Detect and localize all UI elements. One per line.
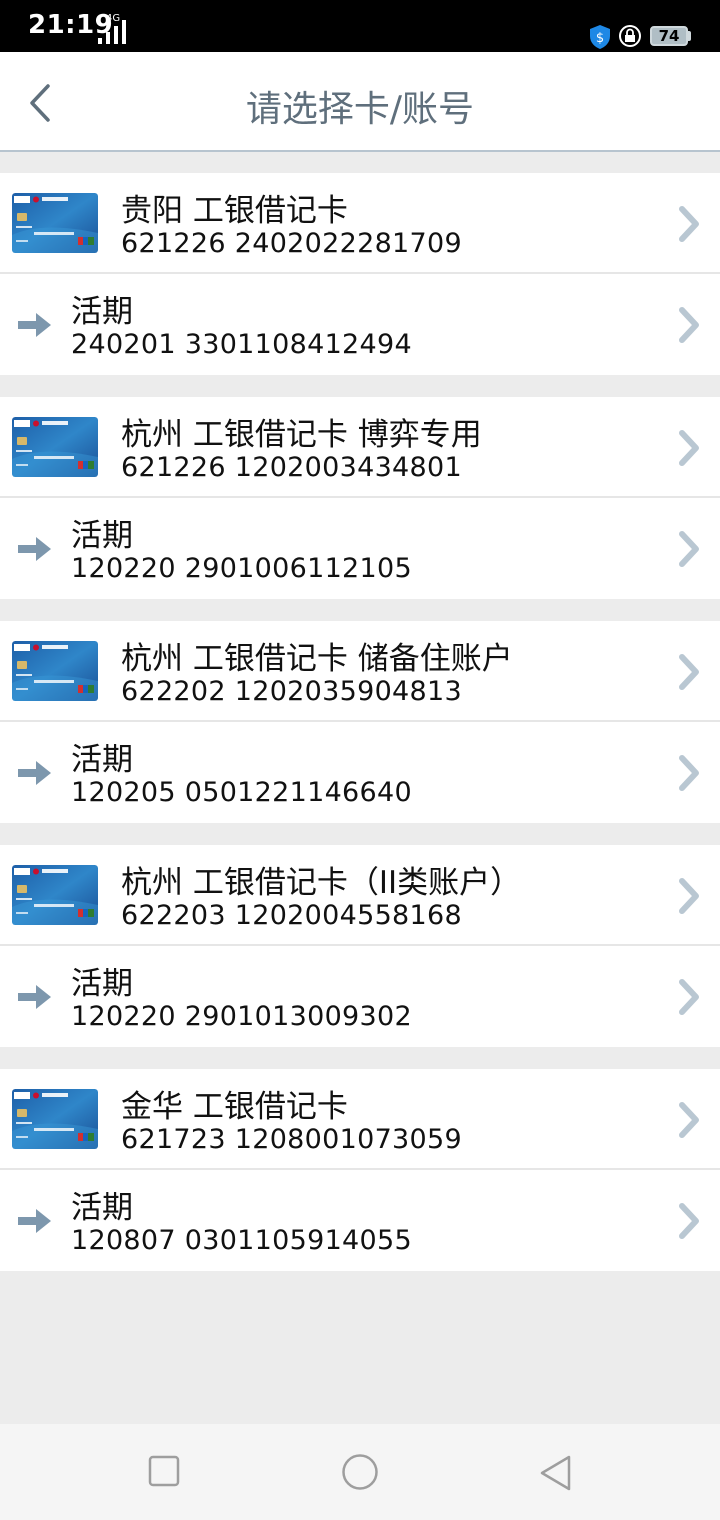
battery-icon: 74 (650, 26, 688, 46)
chevron-right-icon (676, 753, 702, 793)
card-row[interactable]: 杭州 工银借记卡（II类账户） 622203 1202004558168 (0, 845, 720, 946)
card-group: 贵阳 工银借记卡 621226 2402022281709 活期 240201 … (0, 173, 720, 375)
page-title: 请选择卡/账号 (245, 89, 475, 130)
network-type: 4G (106, 13, 120, 24)
chevron-right-icon (676, 977, 702, 1017)
account-type: 活期 (71, 742, 133, 778)
card-list: 贵阳 工银借记卡 621226 2402022281709 活期 240201 … (0, 173, 720, 1293)
account-number: 120220 2901006112105 (71, 553, 412, 584)
recents-square-icon[interactable] (148, 1454, 180, 1488)
bank-card-icon (12, 417, 98, 477)
arrow-right-icon (18, 760, 52, 786)
arrow-right-icon (18, 984, 52, 1010)
account-row[interactable]: 活期 240201 3301108412494 (0, 274, 720, 375)
account-type: 活期 (71, 1190, 133, 1226)
chevron-right-icon (676, 1201, 702, 1241)
arrow-right-icon (18, 536, 52, 562)
account-row[interactable]: 活期 120807 0301105914055 (0, 1170, 720, 1271)
lock-icon (619, 25, 641, 47)
card-group: 金华 工银借记卡 621723 1208001073059 活期 120807 … (0, 1069, 720, 1271)
bank-card-icon (12, 193, 98, 253)
card-title: 杭州 工银借记卡 储备住账户 (121, 641, 513, 677)
chevron-right-icon (676, 1100, 702, 1140)
card-row[interactable]: 金华 工银借记卡 621723 1208001073059 (0, 1069, 720, 1170)
card-row[interactable]: 杭州 工银借记卡 博弈专用 621226 1202003434801 (0, 397, 720, 498)
chevron-right-icon (676, 305, 702, 345)
chevron-right-icon (676, 204, 702, 244)
account-row[interactable]: 活期 120205 0501221146640 (0, 722, 720, 823)
card-group: 杭州 工银借记卡 博弈专用 621226 1202003434801 活期 12… (0, 397, 720, 599)
bank-card-icon (12, 641, 98, 701)
chevron-right-icon (676, 529, 702, 569)
account-number: 120205 0501221146640 (71, 777, 412, 808)
back-triangle-icon[interactable] (538, 1454, 574, 1492)
card-title: 杭州 工银借记卡 博弈专用 (121, 417, 482, 453)
account-row[interactable]: 活期 120220 2901006112105 (0, 498, 720, 599)
account-type: 活期 (71, 518, 133, 554)
account-type: 活期 (71, 294, 133, 330)
card-title: 杭州 工银借记卡（II类账户） (121, 865, 522, 901)
card-row[interactable]: 贵阳 工银借记卡 621226 2402022281709 (0, 173, 720, 274)
bank-card-icon (12, 1089, 98, 1149)
card-group: 杭州 工银借记卡（II类账户） 622203 1202004558168 活期 … (0, 845, 720, 1047)
card-number: 622203 1202004558168 (121, 900, 462, 931)
home-circle-icon[interactable] (340, 1454, 380, 1494)
account-number: 120220 2901013009302 (71, 1001, 412, 1032)
account-number: 120807 0301105914055 (71, 1225, 412, 1256)
card-number: 622202 1202035904813 (121, 676, 462, 707)
bank-card-icon (12, 865, 98, 925)
system-nav-bar (0, 1424, 720, 1520)
card-title: 贵阳 工银借记卡 (121, 193, 348, 229)
signal-icon: 4G (98, 13, 126, 44)
svg-text:$: $ (596, 31, 604, 46)
chevron-right-icon (676, 876, 702, 916)
status-bar: 21:19 4G $ 74 (0, 0, 720, 52)
chevron-right-icon (676, 652, 702, 692)
title-bar: 请选择卡/账号 (0, 52, 720, 152)
account-row[interactable]: 活期 120220 2901013009302 (0, 946, 720, 1047)
account-number: 240201 3301108412494 (71, 329, 412, 360)
arrow-right-icon (18, 312, 52, 338)
battery-tip (688, 31, 691, 41)
card-number: 621723 1208001073059 (121, 1124, 462, 1155)
card-group: 杭州 工银借记卡 储备住账户 622202 1202035904813 活期 1… (0, 621, 720, 823)
card-number: 621226 1202003434801 (121, 452, 462, 483)
chevron-right-icon (676, 428, 702, 468)
card-number: 621226 2402022281709 (121, 228, 462, 259)
arrow-right-icon (18, 1208, 52, 1234)
card-title: 金华 工银借记卡 (121, 1089, 348, 1125)
account-type: 活期 (71, 966, 133, 1002)
shield-icon: $ (590, 25, 610, 49)
card-row[interactable]: 杭州 工银借记卡 储备住账户 622202 1202035904813 (0, 621, 720, 722)
